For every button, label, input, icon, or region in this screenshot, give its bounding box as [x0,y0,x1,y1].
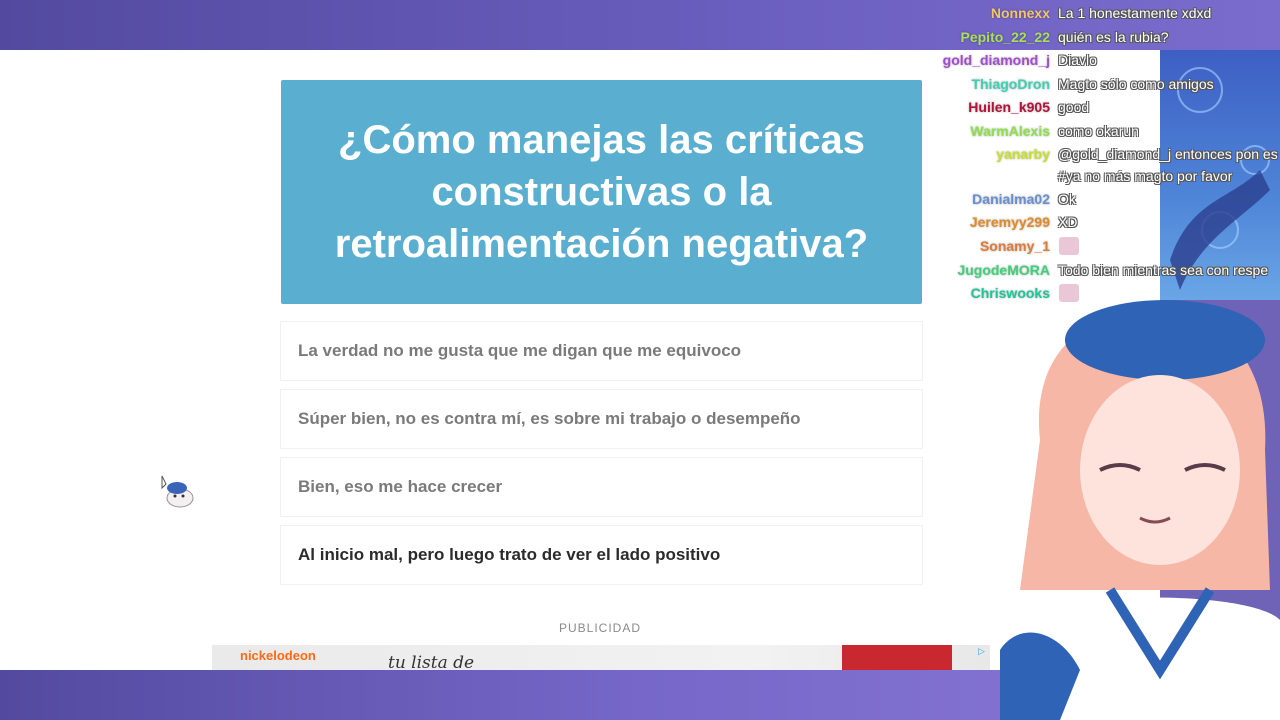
answer-option-4[interactable]: Al inicio mal, pero luego trato de ver e… [281,526,922,584]
quiz-page: ¿Cómo manejas las críticas constructivas… [0,50,1160,670]
answer-option-3[interactable]: Bien, eso me hace crecer [281,458,922,516]
cursor-pet-icon [161,475,194,508]
ad-banner[interactable]: nickelodeon tu lista de ▷ [212,645,990,670]
question-title: ¿Cómo manejas las críticas constructivas… [334,118,869,266]
ad-product-image [842,645,952,670]
streamer-avatar [1000,300,1280,720]
stream-background-art [1160,50,1280,300]
answer-option-2[interactable]: Súper bien, no es contra mí, es sobre mi… [281,390,922,448]
ad-info-icon[interactable]: ▷ [978,646,988,656]
question-card: ¿Cómo manejas las críticas constructivas… [281,80,922,304]
ad-label: PUBLICIDAD [558,621,642,635]
stream-top-band [0,0,1280,50]
ad-text: tu lista de [388,653,475,670]
ad-brand-logo: nickelodeon [240,648,316,663]
answer-option-1[interactable]: La verdad no me gusta que me digan que m… [281,322,922,380]
